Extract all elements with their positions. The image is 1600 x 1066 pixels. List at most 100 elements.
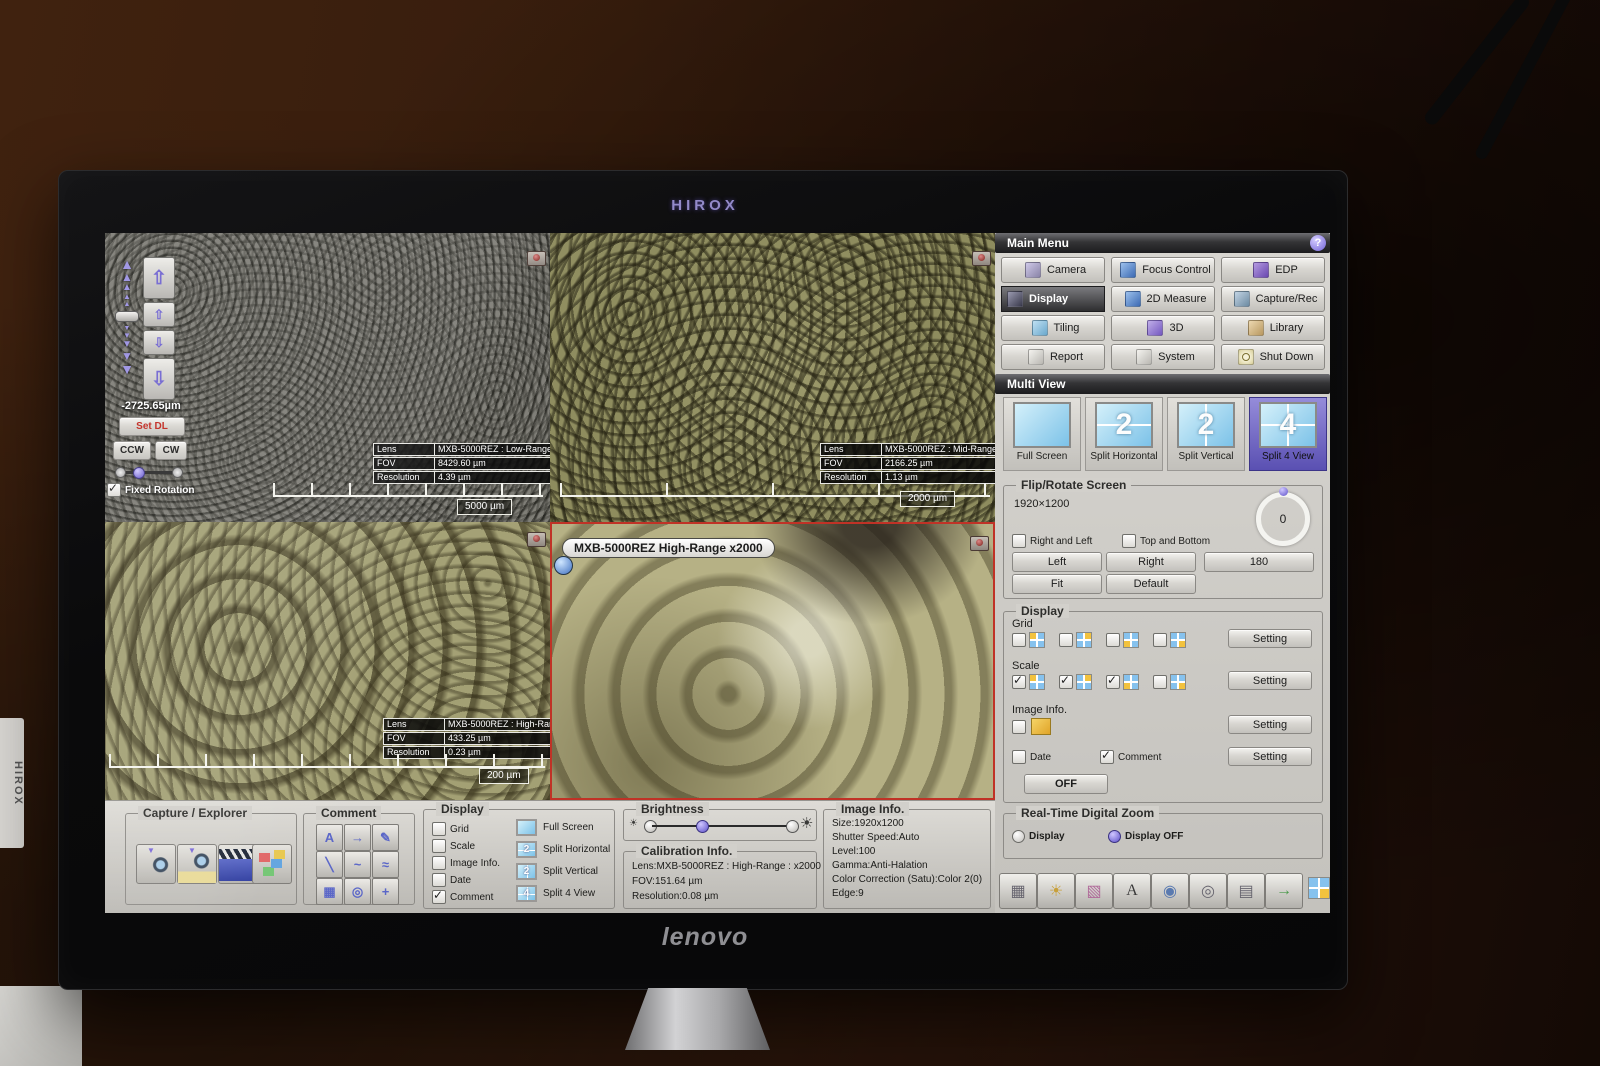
annotation-tool-icon[interactable]: A <box>1113 873 1151 909</box>
bottom-split-vertical-button[interactable]: 2Split Vertical <box>516 863 598 880</box>
quadrant-mid-range[interactable]: LensMXB-5000REZ : Mid-Range : x140 FOV21… <box>550 233 995 522</box>
camera-capture-icon[interactable] <box>970 536 989 551</box>
camera-capture-icon[interactable] <box>972 251 991 266</box>
explorer-button[interactable] <box>252 844 292 884</box>
grid-q1-checkbox[interactable] <box>1012 633 1026 647</box>
grid-setting-button[interactable]: Setting <box>1228 629 1312 648</box>
menu-camera-button[interactable]: Camera <box>1001 257 1105 283</box>
split-vertical-view-button[interactable]: 2 Split Vertical <box>1167 397 1245 471</box>
menu-3d-button[interactable]: 3D <box>1111 315 1215 341</box>
digital-zoom-display-radio[interactable] <box>1012 830 1025 843</box>
printer-tool-icon[interactable]: ▤ <box>1227 873 1265 909</box>
comment-checkbox[interactable] <box>1100 750 1114 764</box>
bottom-scale-checkbox[interactable] <box>432 839 446 853</box>
camera-capture-icon[interactable] <box>527 532 546 547</box>
brightness-title: Brightness <box>636 802 709 816</box>
fit-button[interactable]: Fit <box>1012 574 1102 594</box>
navigator-icon[interactable] <box>554 556 573 575</box>
cw-button[interactable]: CW <box>155 441 187 460</box>
split-4-view-button[interactable]: 4 Split 4 View <box>1249 397 1327 471</box>
quadrant-low-range[interactable]: ▲▲▲▲▲ ▼▼▼▼▼ ⇧ ⇧ ⇩ ⇩ -2725.65µm Set DL CC… <box>105 233 550 522</box>
menu-library-button[interactable]: Library <box>1221 315 1325 341</box>
z-down-button[interactable]: ⇩ <box>143 330 175 355</box>
capture-with-note-button[interactable] <box>177 844 217 884</box>
date-checkbox[interactable] <box>1012 750 1026 764</box>
grid-q3-checkbox[interactable] <box>1106 633 1120 647</box>
menu-shut-down-button[interactable]: Shut Down <box>1221 344 1325 370</box>
scale-q2-checkbox[interactable] <box>1059 675 1073 689</box>
z-up-button[interactable]: ⇧ <box>143 302 175 327</box>
right-left-checkbox[interactable] <box>1012 534 1026 548</box>
menu-edp-button[interactable]: EDP <box>1221 257 1325 283</box>
circle-comment-button[interactable]: ◎ <box>344 878 371 905</box>
arrow-comment-button[interactable]: → <box>344 824 371 851</box>
gamma: Gamma:Anti-Halation <box>832 860 928 871</box>
scale-q3-checkbox[interactable] <box>1106 675 1120 689</box>
brightness-thumb[interactable] <box>696 820 709 833</box>
line-comment-button[interactable]: ╲ <box>316 851 343 878</box>
menu-focus-control-button[interactable]: Focus Control <box>1111 257 1215 283</box>
top-bottom-checkbox[interactable] <box>1122 534 1136 548</box>
bottom-comment-checkbox[interactable] <box>432 890 446 904</box>
scale-q1-checkbox[interactable] <box>1012 675 1026 689</box>
default-button[interactable]: Default <box>1106 574 1196 594</box>
off-button[interactable]: OFF <box>1024 774 1108 794</box>
explorer-tool-icon[interactable]: ▧ <box>1075 873 1113 909</box>
digital-zoom-group: Real-Time Digital Zoom Display Display O… <box>1003 813 1323 859</box>
fixed-rotation-checkbox[interactable] <box>107 483 121 497</box>
z-down-fast-button[interactable]: ⇩ <box>143 358 175 400</box>
quadrant-high-range-2000-selected[interactable]: MXB-5000REZ High-Range x2000 <box>550 522 995 800</box>
bottom-date-checkbox[interactable] <box>432 873 446 887</box>
help-icon[interactable]: ? <box>1310 235 1326 251</box>
bottom-grid-checkbox[interactable] <box>432 822 446 836</box>
brightness-track[interactable] <box>652 825 792 827</box>
digital-zoom-display-off-radio[interactable] <box>1108 830 1121 843</box>
scale-q4-checkbox[interactable] <box>1153 675 1167 689</box>
bottom-split-horizontal-button[interactable]: 2Split Horizontal <box>516 841 610 858</box>
z-step-arrows[interactable]: ▲▲▲▲▲ ▼▼▼▼▼ <box>115 257 139 376</box>
rotate-right-button[interactable]: Right <box>1106 552 1196 572</box>
menu-tiling-button[interactable]: Tiling <box>1001 315 1105 341</box>
rotate-left-button[interactable]: Left <box>1012 552 1102 572</box>
lamp-tool-icon[interactable]: ☀ <box>1037 873 1075 909</box>
bottom-split-4-button[interactable]: 4Split 4 View <box>516 885 595 902</box>
text-comment-button[interactable]: A <box>316 824 343 851</box>
ccw-button[interactable]: CCW <box>113 441 151 460</box>
image-info-checkbox[interactable] <box>1012 720 1026 734</box>
bottom-image-info-checkbox[interactable] <box>432 856 446 870</box>
camera-capture-icon[interactable] <box>527 251 546 266</box>
grid-comment-button[interactable]: ▦ <box>316 878 343 905</box>
z-slider-knob[interactable] <box>115 311 139 322</box>
freehand-comment-button[interactable]: ~ <box>344 851 371 878</box>
rotation-dial[interactable]: 0 <box>1256 492 1310 546</box>
lens-tool-icon[interactable]: ◎ <box>1189 873 1227 909</box>
capture-tool-icon[interactable]: ◉ <box>1151 873 1189 909</box>
menu-system-button[interactable]: System <box>1111 344 1215 370</box>
rotation-slider[interactable] <box>117 471 181 474</box>
wave-comment-button[interactable]: ≈ <box>372 851 399 878</box>
layout-tool-icon[interactable]: ▦ <box>999 873 1037 909</box>
menu-report-button[interactable]: Report <box>1001 344 1105 370</box>
grid-q4-checkbox[interactable] <box>1153 633 1167 647</box>
z-up-fast-button[interactable]: ⇧ <box>143 257 175 299</box>
menu-capture-rec-button[interactable]: Capture/Rec <box>1221 286 1325 312</box>
stamp-comment-button[interactable]: + <box>372 878 399 905</box>
scale-setting-button[interactable]: Setting <box>1228 671 1312 690</box>
image-info-setting-button[interactable]: Setting <box>1228 715 1312 734</box>
bottom-full-screen-button[interactable]: Full Screen <box>516 819 594 836</box>
rotation-slider-thumb[interactable] <box>133 467 145 479</box>
grid-q2-checkbox[interactable] <box>1059 633 1073 647</box>
quad-view-shortcut-icon[interactable] <box>1308 877 1330 899</box>
set-dl-button[interactable]: Set DL <box>119 417 185 436</box>
rotate-180-button[interactable]: 180 <box>1204 552 1314 572</box>
split-horizontal-view-button[interactable]: 2 Split Horizontal <box>1085 397 1163 471</box>
capture-image-button[interactable] <box>136 844 176 884</box>
export-tool-icon[interactable]: → <box>1265 873 1303 909</box>
date-comment-setting-button[interactable]: Setting <box>1228 747 1312 766</box>
full-screen-view-button[interactable]: Full Screen <box>1003 397 1081 471</box>
menu-2d-measure-button[interactable]: 2D Measure <box>1111 286 1215 312</box>
brightness-increase-knob[interactable] <box>786 820 799 833</box>
pen-comment-button[interactable]: ✎ <box>372 824 399 851</box>
menu-display-button[interactable]: Display <box>1001 286 1105 312</box>
quadrant-high-range-700[interactable]: LensMXB-5000REZ : High-Range : x700 FOV4… <box>105 522 550 800</box>
